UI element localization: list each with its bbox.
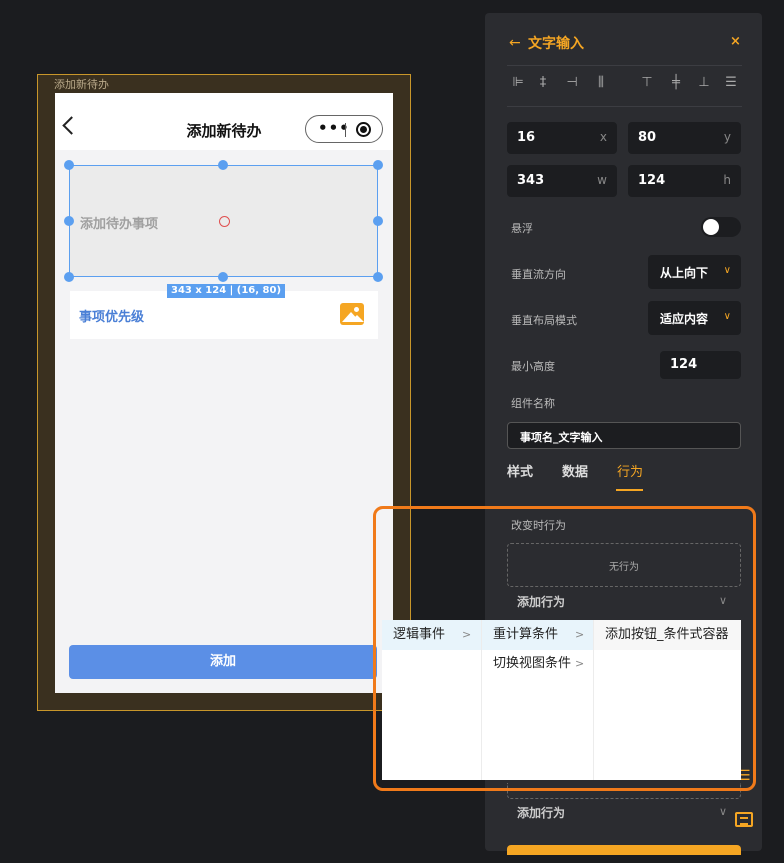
panel-title: 文字输入 bbox=[528, 36, 584, 52]
back-icon[interactable]: ← bbox=[509, 35, 521, 51]
width-unit: w bbox=[597, 173, 607, 187]
height-value: 124 bbox=[638, 173, 666, 188]
tab-data[interactable]: 数据 bbox=[562, 461, 588, 480]
min-height-field[interactable]: 124 bbox=[660, 351, 741, 379]
resize-handle-top-left[interactable] bbox=[64, 160, 74, 170]
flow-direction-value: 从上向下 bbox=[660, 266, 709, 280]
annotation-highlight-box bbox=[373, 506, 756, 791]
active-tab-indicator bbox=[616, 489, 643, 491]
align-center-v-icon[interactable]: ╪ bbox=[665, 75, 687, 90]
resize-handle-bottom[interactable] bbox=[218, 272, 228, 282]
mini-program-capsule[interactable]: ••• bbox=[305, 115, 383, 143]
y-unit: y bbox=[723, 130, 731, 144]
feedback-icon[interactable] bbox=[735, 812, 753, 827]
text-input-placeholder: 添加待办事项 bbox=[80, 217, 159, 232]
x-value: 16 bbox=[517, 130, 536, 145]
chevron-down-icon: ∨ bbox=[723, 265, 731, 276]
add-behavior-dropdown-2[interactable]: 添加行为 bbox=[517, 804, 565, 821]
phone-preview: 添加新待办 ••• 添加待办事项 事项优先级 343 x 124 | (16, … bbox=[55, 93, 393, 693]
align-right-icon[interactable]: ⊣ bbox=[561, 75, 583, 90]
align-left-icon[interactable]: ⊫ bbox=[507, 75, 529, 90]
float-label: 悬浮 bbox=[511, 222, 533, 235]
layout-mode-label: 垂直布局模式 bbox=[511, 314, 577, 327]
y-value: 80 bbox=[638, 130, 657, 145]
align-top-icon[interactable]: ⊤ bbox=[636, 75, 658, 90]
component-name-value: 事项名_文字输入 bbox=[520, 431, 603, 444]
distribute-h-icon[interactable]: ⫼ bbox=[590, 75, 612, 90]
phone-header: 添加新待办 ••• bbox=[55, 93, 393, 150]
resize-handle-bottom-left[interactable] bbox=[64, 272, 74, 282]
width-value: 343 bbox=[517, 173, 545, 188]
image-icon bbox=[340, 303, 364, 325]
x-unit: x bbox=[599, 130, 607, 144]
resize-handle-left[interactable] bbox=[64, 216, 74, 226]
todo-text-input[interactable]: 添加待办事项 bbox=[69, 165, 378, 277]
tab-style[interactable]: 样式 bbox=[507, 461, 533, 480]
divider bbox=[507, 106, 742, 107]
center-anchor-icon bbox=[219, 216, 230, 227]
tab-behavior[interactable]: 行为 bbox=[617, 461, 643, 480]
alignment-toolbar: ⊫ ‡ ⊣ ⫼ ⊤ ╪ ⊥ ☰ bbox=[507, 75, 742, 95]
frame-title: 添加新待办 bbox=[54, 78, 109, 91]
capsule-divider bbox=[345, 123, 346, 137]
chevron-down-icon: ∨ bbox=[723, 311, 731, 322]
component-name-input[interactable]: 事项名_文字输入 bbox=[507, 422, 741, 449]
bottom-action-bar[interactable] bbox=[507, 845, 741, 855]
min-height-value: 124 bbox=[670, 357, 698, 372]
flow-direction-label: 垂直流方向 bbox=[511, 268, 566, 281]
resize-handle-top-right[interactable] bbox=[373, 160, 383, 170]
min-height-label: 最小高度 bbox=[511, 360, 555, 373]
component-name-label: 组件名称 bbox=[511, 397, 555, 410]
priority-row[interactable]: 事项优先级 bbox=[70, 291, 378, 339]
width-field[interactable]: 343 w bbox=[507, 165, 617, 197]
x-field[interactable]: 16 x bbox=[507, 122, 617, 154]
align-center-h-icon[interactable]: ‡ bbox=[532, 75, 554, 90]
chevron-down-icon[interactable]: ∨ bbox=[719, 805, 727, 818]
resize-handle-top[interactable] bbox=[218, 160, 228, 170]
height-field[interactable]: 124 h bbox=[628, 165, 741, 197]
distribute-v-icon[interactable]: ☰ bbox=[720, 75, 742, 90]
resize-handle-right[interactable] bbox=[373, 216, 383, 226]
resize-handle-bottom-right[interactable] bbox=[373, 272, 383, 282]
divider bbox=[507, 65, 742, 66]
close-icon[interactable]: × bbox=[730, 34, 741, 49]
align-bottom-icon[interactable]: ⊥ bbox=[693, 75, 715, 90]
layout-mode-value: 适应内容 bbox=[660, 312, 709, 326]
float-toggle[interactable] bbox=[701, 217, 741, 237]
size-badge: 343 x 124 | (16, 80) bbox=[167, 284, 286, 298]
flow-direction-select[interactable]: 从上向下 ∨ bbox=[648, 255, 741, 289]
add-button[interactable]: 添加 bbox=[69, 645, 377, 679]
close-circle-icon[interactable] bbox=[356, 122, 371, 137]
y-field[interactable]: 80 y bbox=[628, 122, 741, 154]
layout-mode-select[interactable]: 适应内容 ∨ bbox=[648, 301, 741, 335]
height-unit: h bbox=[723, 173, 731, 187]
priority-label: 事项优先级 bbox=[79, 310, 145, 325]
